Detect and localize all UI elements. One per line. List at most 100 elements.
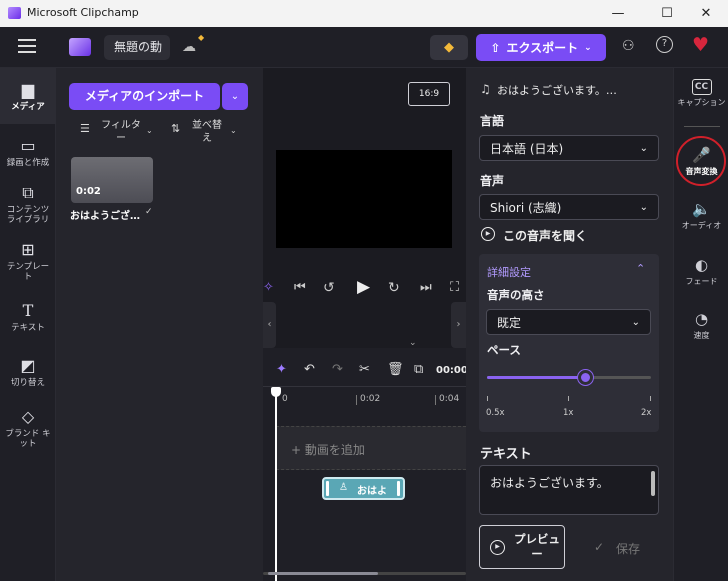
collapse-right-panel-button[interactable]: › xyxy=(451,302,466,348)
ai-sparkle-icon[interactable]: ✦ xyxy=(276,362,287,377)
sort-icon[interactable]: ⇅ xyxy=(171,122,180,135)
play-icon[interactable]: ▶ xyxy=(357,277,370,297)
scissors-icon[interactable]: ✂ xyxy=(359,362,370,377)
skip-forward-icon[interactable]: ⏭ xyxy=(420,280,432,295)
cloud-offline-icon[interactable]: ☁ xyxy=(182,39,196,55)
chevron-down-icon: ⌄ xyxy=(146,126,153,135)
nav-record-create[interactable]: ▭ 録画と作成 xyxy=(0,136,56,168)
pace-tick-label: 1x xyxy=(563,408,574,418)
media-panel: メディアのインポート ⌄ ☰ フィルター ⌄ ⇅ 並べ替え ⌄ 0:02 おはよ… xyxy=(56,68,263,581)
nav-fade[interactable]: ◐ フェード xyxy=(674,255,728,287)
language-label: 言語 xyxy=(480,114,505,128)
nav-captions[interactable]: CC キャプション xyxy=(674,79,728,108)
hamburger-menu-icon[interactable] xyxy=(18,39,36,53)
collapse-timeline-chevron-icon[interactable]: ⌄ xyxy=(409,338,417,348)
undo-icon[interactable]: ↶ xyxy=(304,362,315,377)
collapse-left-panel-button[interactable]: ‹ xyxy=(263,302,276,348)
nav-transitions[interactable]: ◩ 切り替え xyxy=(0,356,56,388)
playhead[interactable] xyxy=(275,388,277,581)
export-label: エクスポート xyxy=(506,41,579,55)
voice-select[interactable]: Shiori (志織) ⌄ xyxy=(479,194,659,220)
pitch-select[interactable]: 既定 ⌄ xyxy=(486,309,651,335)
chevron-down-icon: ⌄ xyxy=(639,142,648,154)
share-users-icon[interactable]: ⚇ xyxy=(622,38,635,54)
window-title: Microsoft Clipchamp xyxy=(27,6,139,19)
preview-area: 16:9 ✧ ⏮ ↺ ▶ ↻ ⏭ ⛶ ‹ › ⌄ xyxy=(263,68,466,348)
nav-voice-changer[interactable]: 🎤 音声変換 xyxy=(674,145,728,177)
playhead-handle[interactable] xyxy=(271,387,281,397)
magic-edit-icon[interactable]: ✧ xyxy=(263,280,274,295)
chevron-down-icon: ⌄ xyxy=(639,201,648,213)
advanced-settings-header[interactable]: 詳細設定 xyxy=(487,264,531,280)
pace-slider-thumb[interactable] xyxy=(578,370,594,385)
window-titlebar: Microsoft Clipchamp — ☐ ✕ xyxy=(0,0,728,27)
timeline-scrollbar[interactable] xyxy=(263,572,466,575)
add-video-label: + 動画を追加 xyxy=(291,443,365,457)
nav-brand-kit[interactable]: ◇ ブランド キット xyxy=(0,407,56,449)
speech-text-value: おはようございます。 xyxy=(490,476,609,490)
pace-slider-track[interactable] xyxy=(487,376,651,379)
premium-diamond-icon: ◆ xyxy=(198,33,205,42)
timeline-panel: ✦ ↶ ↷ ✂ 🗑 ⧉ 00:00 0 0:02 0:04 + 動画を追加 ♙ … xyxy=(263,348,466,581)
preview-button-label: プレビュー xyxy=(514,532,560,561)
fullscreen-icon[interactable]: ⛶ xyxy=(450,280,459,295)
text-scrollbar[interactable] xyxy=(651,471,655,496)
add-media-icon[interactable]: ⧉ xyxy=(414,362,423,377)
redo-icon[interactable]: ↷ xyxy=(332,362,343,377)
nav-content-library[interactable]: ⧉ コンテンツライブラリ xyxy=(0,183,56,225)
nav-media[interactable]: ▆ メディア xyxy=(0,80,56,112)
timeline-time: 00:00 xyxy=(436,365,466,376)
close-button[interactable]: ✕ xyxy=(684,0,728,27)
clip-trim-handle-left[interactable] xyxy=(326,481,329,496)
text-label: テキスト xyxy=(480,447,532,462)
transition-icon: ◩ xyxy=(20,356,36,375)
minimize-button[interactable]: — xyxy=(596,0,640,27)
voice-clip-icon: ♙ xyxy=(339,482,348,493)
listen-voice-link[interactable]: この音声を聞く xyxy=(503,227,587,244)
media-clip-thumbnail[interactable]: 0:02 xyxy=(71,157,153,203)
nav-text[interactable]: T テキスト xyxy=(0,301,56,333)
camera-icon: ▭ xyxy=(20,136,36,155)
play-circle-icon[interactable]: ▶ xyxy=(481,227,495,241)
language-select[interactable]: 日本語 (日本) ⌄ xyxy=(479,135,659,161)
skip-back-icon[interactable]: ⏮ xyxy=(294,280,306,295)
ruler-tick-label: 0:04 xyxy=(439,394,460,404)
library-icon: ⧉ xyxy=(22,183,34,202)
video-track-dropzone[interactable]: + 動画を追加 xyxy=(276,426,466,470)
maximize-button[interactable]: ☐ xyxy=(645,0,689,27)
speech-text-input[interactable]: おはようございます。 xyxy=(479,465,659,515)
chevron-down-icon: ⌄ xyxy=(584,42,592,53)
template-icon: ⊞ xyxy=(21,240,35,259)
music-note-icon: ♫ xyxy=(480,82,491,96)
brand-kit-icon: ◇ xyxy=(21,407,35,426)
play-circle-icon: ▶ xyxy=(490,540,505,555)
preview-voice-button[interactable]: ▶ プレビュー xyxy=(479,525,565,569)
heart-icon[interactable]: ♥ xyxy=(692,34,709,56)
added-check-icon: ✓ xyxy=(145,207,153,217)
filter-button[interactable]: フィルター xyxy=(98,119,144,145)
help-icon[interactable]: ? xyxy=(656,36,673,53)
chevron-up-icon[interactable]: ⌃ xyxy=(636,262,645,275)
premium-button[interactable]: ◆ xyxy=(430,35,468,60)
save-button[interactable]: 保存 xyxy=(616,540,640,557)
nav-audio[interactable]: 🔈 オーディオ xyxy=(674,199,728,231)
language-value: 日本語 (日本) xyxy=(490,141,564,156)
video-canvas[interactable] xyxy=(276,150,452,248)
aspect-ratio-button[interactable]: 16:9 xyxy=(408,82,450,106)
clip-trim-handle-right[interactable] xyxy=(397,481,400,496)
sort-button[interactable]: 並べ替え xyxy=(190,119,224,145)
project-name-field[interactable]: 無題の動 xyxy=(104,35,170,60)
clapperboard-logo-icon xyxy=(69,38,91,56)
trash-icon[interactable]: 🗑 xyxy=(387,362,404,377)
filter-icon[interactable]: ☰ xyxy=(80,122,90,135)
rewind-5-icon[interactable]: ↺ xyxy=(323,280,335,296)
nav-speed[interactable]: ◔ 速度 xyxy=(674,309,728,341)
import-dropdown-button[interactable]: ⌄ xyxy=(222,83,248,110)
export-button[interactable]: ⇧ エクスポート ⌄ xyxy=(476,34,606,61)
clip-name: おはようござ… xyxy=(70,211,140,222)
pitch-label: 音声の高さ xyxy=(487,288,545,302)
import-media-button[interactable]: メディアのインポート xyxy=(69,83,220,110)
nav-templates[interactable]: ⊞ テンプレート xyxy=(0,240,56,282)
forward-5-icon[interactable]: ↻ xyxy=(388,280,400,296)
audio-clip[interactable]: ♙ おはよ xyxy=(322,477,405,500)
